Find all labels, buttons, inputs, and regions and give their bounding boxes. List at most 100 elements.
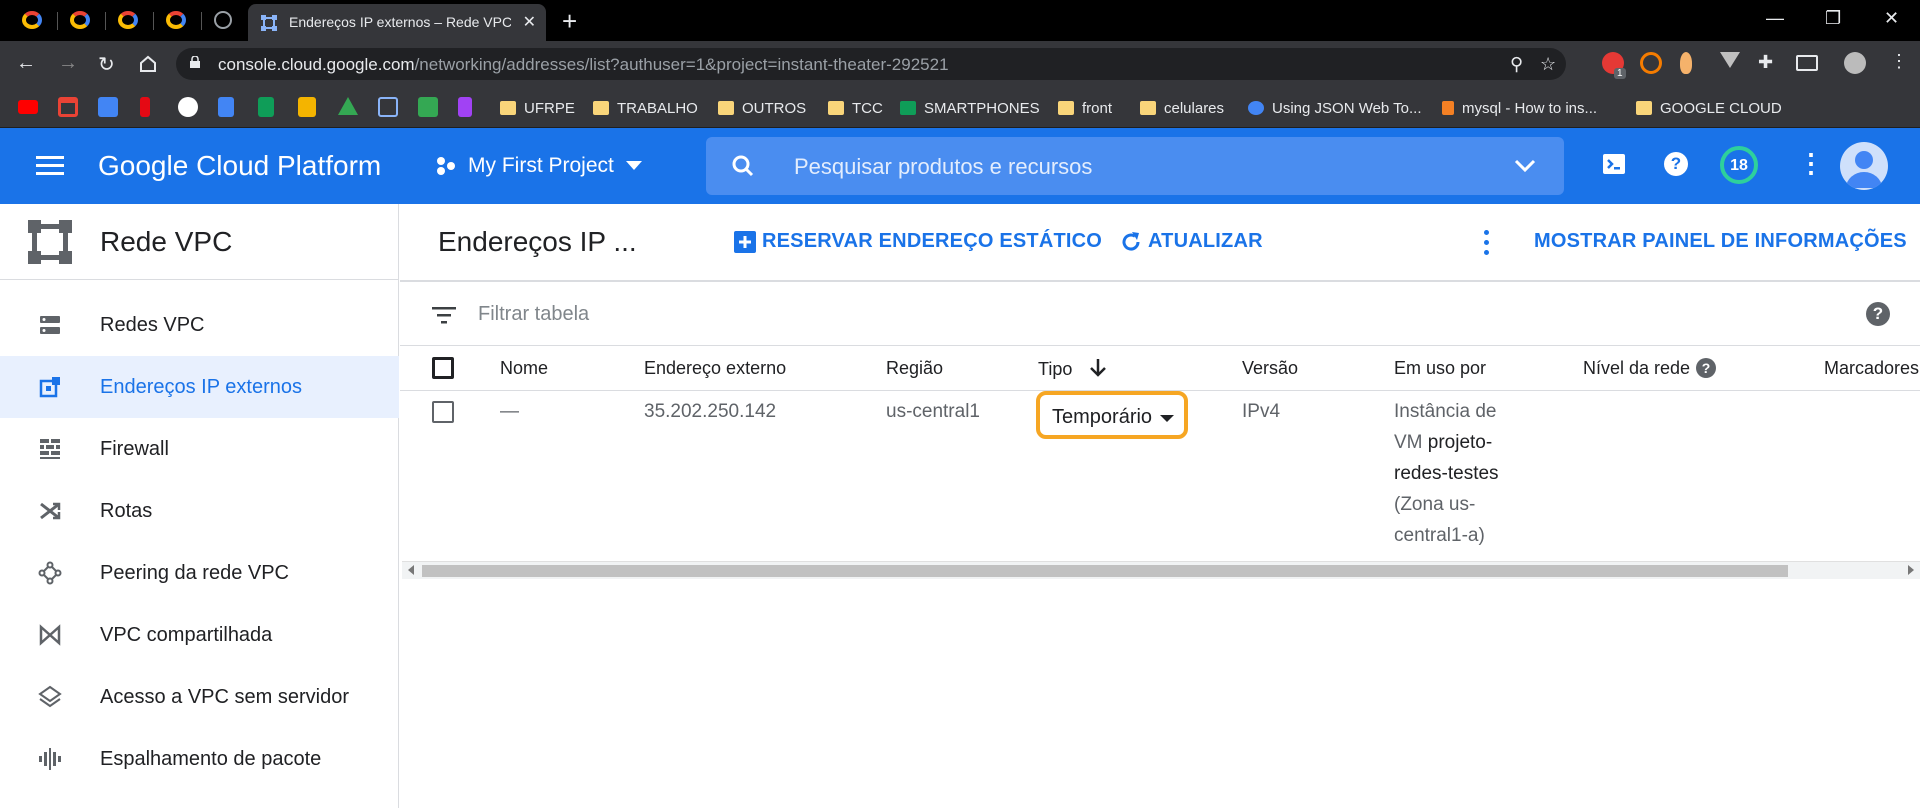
forward-icon[interactable]: → (58, 52, 78, 75)
tab-favicon-google-cloud[interactable] (70, 11, 90, 29)
scroll-right-arrow[interactable] (1908, 565, 1914, 575)
new-tab-icon[interactable]: + (562, 6, 577, 37)
sidebar-item-vpc-compartilhada[interactable]: VPC compartilhada (0, 604, 399, 666)
horizontal-scrollbar[interactable] (402, 561, 1920, 579)
bookmark-folder-ufrpe[interactable]: UFRPE (500, 97, 575, 119)
extension-orange-icon[interactable] (1640, 52, 1662, 74)
select-all-checkbox[interactable] (432, 357, 454, 379)
back-icon[interactable]: ← (16, 52, 36, 75)
home-icon[interactable] (138, 54, 158, 74)
zoom-icon[interactable]: ⚲ (1510, 54, 1523, 75)
bookmark-folder-tcc[interactable]: TCC (828, 97, 883, 119)
project-dots-icon (437, 157, 455, 175)
bookmark-folder-front[interactable]: front (1058, 97, 1112, 119)
table-help-icon[interactable]: ? (1866, 302, 1890, 326)
sidebar-item-firewall[interactable]: Firewall (0, 418, 399, 480)
product-title[interactable]: Google Cloud Platform (98, 150, 381, 182)
sidebar-item-label: Redes VPC (100, 314, 205, 336)
account-avatar[interactable] (1840, 142, 1888, 190)
extensions-puzzle-icon[interactable]: ✚ (1758, 52, 1780, 74)
chip-icon[interactable] (378, 97, 398, 117)
reserve-static-address-button[interactable]: RESERVAR ENDEREÇO ESTÁTICO (734, 230, 1102, 253)
scrollbar-thumb[interactable] (422, 565, 1788, 577)
tab-favicon-google-cloud[interactable] (166, 11, 186, 29)
sidebar-item-acesso-vpc[interactable]: Acesso a VPC sem servidor (0, 666, 399, 728)
routes-icon (40, 502, 61, 520)
project-selector[interactable]: My First Project (436, 154, 642, 178)
bookmark-smartphones[interactable]: SMARTPHONES (900, 97, 1040, 119)
bookmark-mysql[interactable]: mysql - How to ins... (1442, 97, 1597, 119)
bookmark-label: SMARTPHONES (924, 99, 1040, 117)
column-tipo[interactable]: Tipo (1038, 358, 1107, 380)
translate-icon[interactable] (98, 97, 118, 117)
extension-v-icon[interactable] (1720, 52, 1740, 68)
bookmark-label: GOOGLE CLOUD (1660, 99, 1782, 117)
reload-icon[interactable]: ↻ (98, 52, 115, 77)
table-row: — 35.202.250.142 us-central1 Temporário … (400, 391, 1920, 561)
vpc-network-icon (261, 15, 277, 31)
url-field[interactable]: console.cloud.google.com/networking/addr… (176, 48, 1566, 80)
drive-icon[interactable] (338, 97, 358, 115)
active-tab[interactable]: Endereços IP externos – Rede VPC ✕ (248, 4, 546, 41)
help-icon[interactable]: ? (1696, 358, 1717, 378)
column-nivel-da-rede[interactable]: Nível da rede? (1583, 358, 1717, 379)
scroll-left-arrow[interactable] (408, 565, 414, 575)
search-input[interactable]: Pesquisar produtos e recursos (706, 137, 1564, 195)
sheets-icon[interactable] (258, 97, 274, 117)
sidebar-item-redes-vpc[interactable]: Redes VPC (0, 294, 399, 356)
bookmark-label: front (1082, 99, 1113, 117)
tab-favicon-google-cloud[interactable] (118, 11, 138, 29)
photo-icon[interactable] (418, 97, 438, 117)
column-regiao[interactable]: Região (886, 358, 943, 379)
gmail-icon[interactable] (58, 97, 78, 117)
filter-icon[interactable] (432, 306, 456, 324)
minimize-icon[interactable]: — (1766, 8, 1784, 29)
more-options-icon[interactable]: ⋮ (1798, 150, 1824, 176)
column-nome[interactable]: Nome (500, 358, 548, 379)
notifications-badge[interactable]: 18 (1720, 146, 1758, 184)
docs-icon[interactable] (218, 97, 234, 117)
expand-search-icon[interactable] (1514, 159, 1536, 173)
restore-icon[interactable]: ❐ (1825, 8, 1841, 29)
bookmark-star-icon[interactable]: ☆ (1540, 54, 1556, 75)
tab-favicon-google-cloud[interactable] (22, 11, 42, 29)
bookmark-folder-trabalho[interactable]: TRABALHO (593, 97, 698, 119)
tool-icon[interactable] (458, 97, 472, 117)
extension-flame-icon[interactable] (1680, 52, 1692, 74)
window-close-icon[interactable]: ✕ (1884, 8, 1899, 29)
bookmark-jwt[interactable]: Using JSON Web To... (1248, 97, 1422, 119)
filter-input[interactable]: Filtrar tabela (478, 303, 589, 326)
cast-icon[interactable] (1796, 55, 1818, 71)
row-checkbox[interactable] (432, 401, 454, 423)
chrome-menu-icon[interactable]: ⋮ (1890, 52, 1912, 74)
cloud-shell-icon[interactable] (1602, 152, 1626, 176)
sidebar-item-espalhamento[interactable]: Espalhamento de pacote (0, 728, 399, 790)
sidebar-item-peering[interactable]: Peering da rede VPC (0, 542, 399, 604)
column-endereco-externo[interactable]: Endereço externo (644, 358, 786, 379)
close-tab-icon[interactable]: ✕ (523, 12, 536, 32)
bookmark-folder-google-cloud[interactable]: GOOGLE CLOUD (1636, 97, 1782, 119)
bookmark-folder-celulares[interactable]: celulares (1140, 97, 1224, 119)
hamburger-menu-icon[interactable] (36, 156, 64, 176)
sidebar-item-enderecos-ip-externos[interactable]: Endereços IP externos (0, 356, 399, 418)
bookmark-folder-outros[interactable]: OUTROS (718, 97, 806, 119)
column-versao[interactable]: Versão (1242, 358, 1298, 379)
browser-tab-strip: Endereços IP externos – Rede VPC ✕ + — ❐… (0, 0, 1920, 41)
sidebar-item-rotas[interactable]: Rotas (0, 480, 399, 542)
tab-favicon-globe[interactable] (214, 11, 232, 29)
type-dropdown[interactable]: Temporário (1036, 391, 1188, 439)
profile-avatar-icon[interactable] (1844, 52, 1866, 74)
help-icon[interactable]: ? (1664, 152, 1688, 176)
youtube-icon[interactable] (18, 100, 38, 114)
github-icon[interactable] (178, 97, 198, 117)
info-panel-label: MOSTRAR PAINEL DE INFORMAÇÕES (1534, 230, 1907, 252)
show-info-panel-button[interactable]: MOSTRAR PAINEL DE INFORMAÇÕES (1534, 230, 1907, 253)
page-more-icon[interactable] (1484, 230, 1490, 260)
netflix-icon[interactable] (140, 97, 150, 117)
extension-badge: 1 (1614, 68, 1626, 79)
refresh-button[interactable]: ATUALIZAR (1120, 230, 1263, 253)
bookmark-label: celulares (1164, 99, 1225, 117)
column-em-uso-por[interactable]: Em uso por (1394, 358, 1486, 379)
slides-icon[interactable] (298, 97, 316, 117)
column-marcadores[interactable]: Marcadores (1824, 358, 1919, 379)
